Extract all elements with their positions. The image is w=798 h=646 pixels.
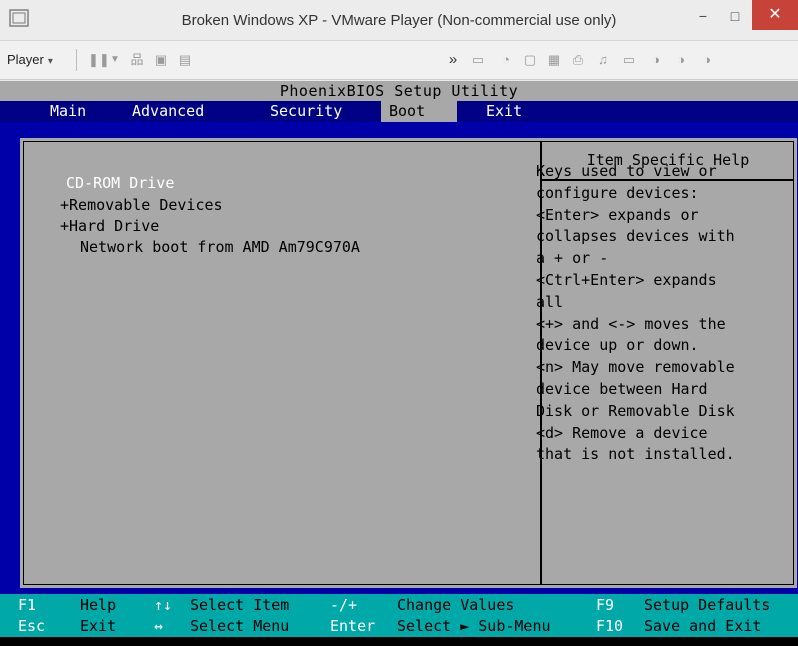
bios-menu-bar: Main Advanced Security Boot Exit xyxy=(0,101,798,122)
boot-item-hard-drive[interactable]: +Hard Drive xyxy=(60,217,159,235)
vmware-player-window: Broken Windows XP - VMware Player (Non-c… xyxy=(0,0,798,646)
menu-advanced[interactable]: Advanced xyxy=(124,101,212,122)
hard-disk-icon[interactable]: ▭ xyxy=(470,53,486,67)
player-menu-label: Player xyxy=(7,52,44,67)
boot-item-cdrom[interactable]: CD-ROM Drive xyxy=(66,174,174,192)
chevron-down-icon: ▾ xyxy=(47,56,53,67)
unity-icon[interactable]: ▤ xyxy=(177,53,193,67)
toolbar-separator xyxy=(76,49,77,71)
menu-main[interactable]: Main xyxy=(42,101,94,122)
footer-key: Esc xyxy=(18,617,46,635)
footer-key: F9 xyxy=(596,596,615,614)
screen-bottom-edge xyxy=(0,637,798,646)
footer-label: Select Menu xyxy=(190,617,290,635)
dropdown-caret-icon[interactable]: ▼ xyxy=(107,53,123,67)
serial-port-1-icon[interactable]: ◑ xyxy=(648,53,664,67)
bios-title: PhoenixBIOS Setup Utility xyxy=(0,81,798,101)
footer-label: Change Values xyxy=(397,596,515,614)
close-button[interactable]: ✕ xyxy=(752,0,798,30)
minimize-button[interactable]: − xyxy=(686,2,720,30)
footer-row-1: F1 Help ↑↓ Select Item -/+ Change Values… xyxy=(0,595,798,616)
boot-item-removable[interactable]: +Removable Devices xyxy=(60,196,223,214)
footer-key: Enter xyxy=(330,617,376,635)
menu-exit[interactable]: Exit xyxy=(478,101,530,122)
pause-icon[interactable]: ❚❚ xyxy=(88,53,110,67)
printer-icon[interactable]: ⎙ xyxy=(570,53,586,67)
fullscreen-icon[interactable]: ▣ xyxy=(153,53,169,67)
floppy-icon[interactable]: ▢ xyxy=(522,53,538,67)
cd-drive-icon[interactable]: ◔ xyxy=(498,53,514,67)
footer-row-2: Esc Exit ↔ Select Menu Enter Select ► Su… xyxy=(0,616,798,637)
footer-label: Help xyxy=(80,596,117,614)
more-icon[interactable]: » xyxy=(445,52,461,67)
footer-key: ↑↓ xyxy=(154,596,173,614)
maximize-button[interactable]: □ xyxy=(718,2,752,30)
bios-footer: F1 Help ↑↓ Select Item -/+ Change Values… xyxy=(0,594,798,637)
help-text: Keys used to view or configure devices: … xyxy=(536,162,735,464)
vm-screen-bios[interactable]: PhoenixBIOS Setup Utility Main Advanced … xyxy=(0,81,798,646)
footer-label: Select Item xyxy=(190,596,290,614)
network-icon[interactable]: 品 xyxy=(129,53,145,67)
boot-item-network[interactable]: Network boot from AMD Am79C970A xyxy=(80,238,360,256)
serial-port-2-icon[interactable]: ◑ xyxy=(673,53,689,67)
usb-icon[interactable]: ▭ xyxy=(621,53,637,67)
window-title: Broken Windows XP - VMware Player (Non-c… xyxy=(181,12,617,29)
toolbar: Player ▾ ❚❚ ▼ 品 ▣ ▤ » ▭ ◔ ▢ ▦ ⎙ ♫ ▭ ◑ ◑ ◑ xyxy=(0,40,798,80)
player-menu-button[interactable]: Player ▾ xyxy=(7,52,53,67)
footer-label: Setup Defaults xyxy=(644,596,771,614)
footer-key: F1 xyxy=(18,596,37,614)
title-bar: Broken Windows XP - VMware Player (Non-c… xyxy=(0,0,798,40)
footer-label: Save and Exit xyxy=(644,617,762,635)
footer-key: ↔ xyxy=(154,617,164,635)
network-adapter-icon[interactable]: ▦ xyxy=(546,53,562,67)
serial-port-3-icon[interactable]: ◑ xyxy=(699,53,715,67)
footer-label: Select ► Sub-Menu xyxy=(397,617,551,635)
sound-icon[interactable]: ♫ xyxy=(595,53,611,67)
menu-security[interactable]: Security xyxy=(262,101,350,122)
footer-key: F10 xyxy=(596,617,624,635)
footer-label: Exit xyxy=(80,617,117,635)
footer-key: -/+ xyxy=(330,596,358,614)
menu-boot[interactable]: Boot xyxy=(381,101,457,122)
